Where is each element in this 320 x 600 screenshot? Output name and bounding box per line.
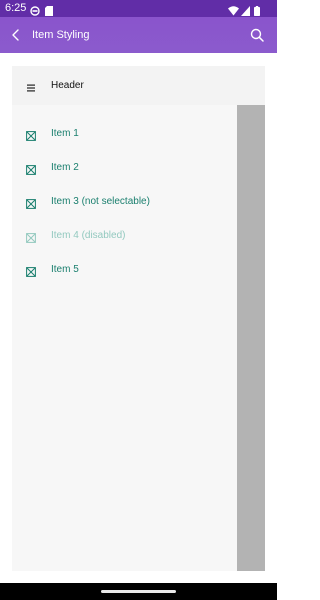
page-title: Item Styling bbox=[32, 29, 90, 41]
list-panel: Header Item 1 Item 2 Item 3 (not selecta… bbox=[12, 66, 265, 571]
hamburger-menu-icon bbox=[26, 80, 36, 92]
item-label: Item 4 (disabled) bbox=[51, 230, 126, 241]
checkbox-cross-icon bbox=[26, 162, 36, 175]
checkbox-cross-icon bbox=[26, 264, 36, 277]
item-label: Item 3 (not selectable) bbox=[51, 196, 150, 207]
header-label: Header bbox=[51, 80, 84, 91]
item-label: Item 5 bbox=[51, 264, 79, 275]
search-icon bbox=[250, 28, 264, 42]
checkbox-cross-icon bbox=[26, 128, 36, 141]
item-label: Item 1 bbox=[51, 128, 79, 139]
list-item-5[interactable]: Item 5 bbox=[12, 255, 237, 285]
content-area: Header Item 1 Item 2 Item 3 (not selecta… bbox=[0, 53, 277, 583]
list-item-4-disabled: Item 4 (disabled) bbox=[12, 221, 237, 251]
item-label: Item 2 bbox=[51, 162, 79, 173]
list-item-3[interactable]: Item 3 (not selectable) bbox=[12, 187, 237, 217]
list-item-1[interactable]: Item 1 bbox=[12, 119, 237, 149]
checkbox-cross-icon bbox=[26, 230, 36, 243]
back-arrow-icon bbox=[12, 29, 19, 41]
back-button[interactable] bbox=[6, 25, 26, 45]
status-time: 6:25 bbox=[5, 2, 27, 14]
list-header: Header bbox=[12, 66, 265, 105]
navigation-bar bbox=[0, 583, 277, 600]
app-bar: Item Styling bbox=[0, 17, 277, 53]
list-item-2[interactable]: Item 2 bbox=[12, 153, 237, 183]
status-bar: 6:25 bbox=[0, 0, 277, 17]
scroll-strip[interactable] bbox=[237, 105, 265, 571]
checkbox-cross-icon bbox=[26, 196, 36, 209]
search-button[interactable] bbox=[247, 25, 267, 45]
home-gesture-handle[interactable] bbox=[101, 590, 176, 593]
